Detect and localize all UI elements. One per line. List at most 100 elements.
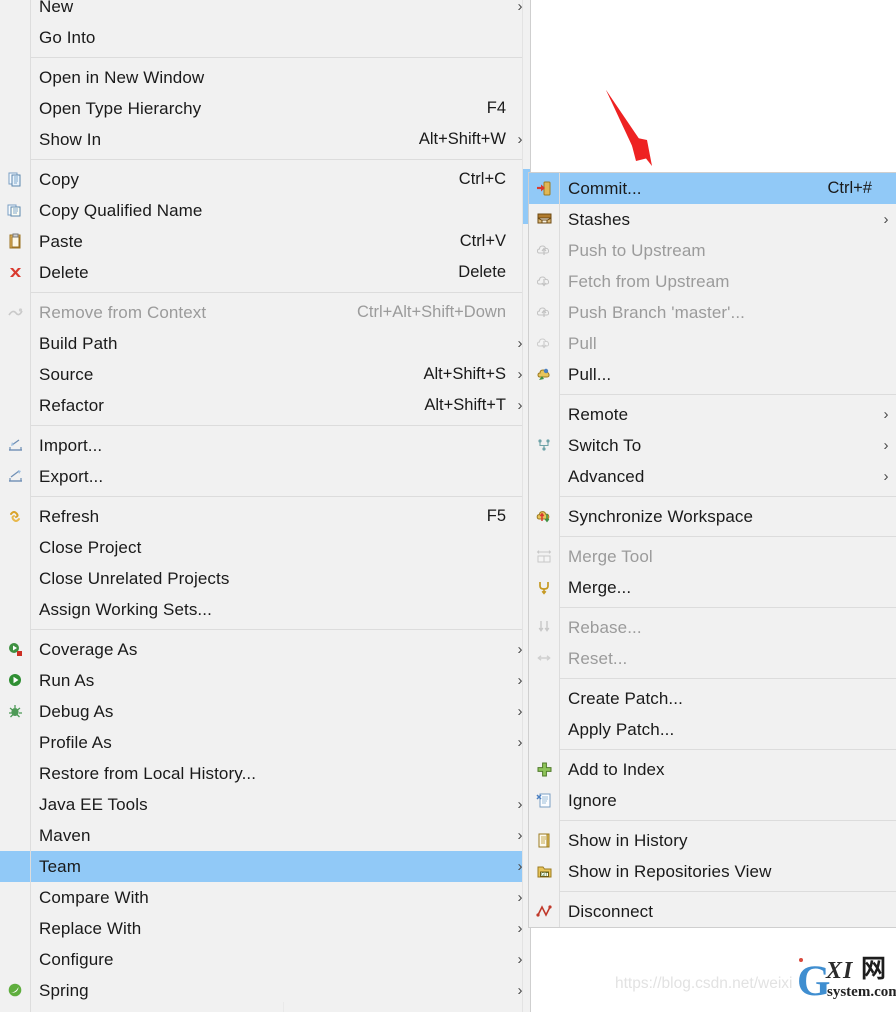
menu-item-stashes[interactable]: Stashes › [529, 204, 896, 235]
menu-item-remove-from-context: Remove from ContextCtrl+Alt+Shift+Down› [0, 297, 530, 328]
menu-item-coverage-as[interactable]: Coverage As › [0, 634, 530, 665]
menu-item-commit[interactable]: Commit... Ctrl+# › [529, 173, 896, 204]
menu-item-icon-slot [0, 665, 30, 696]
submenu-chevron-spacer: › [876, 274, 896, 289]
menu-separator [560, 749, 896, 750]
debug-bug-icon [8, 705, 22, 718]
remove-from-context-icon [7, 308, 23, 316]
menu-item-switch-to[interactable]: Switch To › [529, 430, 896, 461]
history-icon [538, 833, 549, 848]
menu-item-refresh[interactable]: RefreshF5› [0, 501, 530, 532]
menu-item-label: Stashes [568, 210, 631, 229]
menu-item-icon-slot [0, 124, 30, 155]
menu-item-label: Open Type Hierarchy [39, 99, 202, 118]
menu-item-label: Configure [39, 950, 114, 969]
menu-item-label: Show in Repositories View [568, 862, 772, 881]
spring-leaf-icon [8, 983, 21, 997]
submenu-chevron-spacer: › [876, 243, 896, 258]
menu-item-synchronize-workspace[interactable]: Synchronize Workspace › [529, 501, 896, 532]
menu-item-new[interactable]: New › [0, 0, 530, 22]
menu-item-ignore[interactable]: Ignore › [529, 785, 896, 816]
menu-item-open-in-new-window[interactable]: Open in New Window› [0, 62, 530, 93]
menu-item-label: Add to Index [568, 760, 665, 779]
svg-text:GIT: GIT [540, 872, 547, 877]
menu-item-label: Merge Tool [568, 547, 653, 566]
menu-item-accelerator: F5 [486, 507, 506, 526]
menu-item-assign-working-sets[interactable]: Assign Working Sets...› [0, 594, 530, 625]
menu-item-apply-patch[interactable]: Apply Patch... › [529, 714, 896, 745]
menu-item-icon-slot [529, 541, 559, 572]
menu-item-icon-slot [0, 913, 30, 944]
menu-item-debug-as[interactable]: Debug As › [0, 696, 530, 727]
menu-item-accelerator: Ctrl+C [458, 170, 506, 189]
submenu-chevron-spacer: › [876, 181, 896, 196]
menu-item-icon-slot [0, 22, 30, 53]
menu-item-label: Remote [568, 405, 629, 424]
submenu-chevron-spacer: › [876, 651, 896, 666]
delete-x-icon [9, 268, 21, 277]
menu-item-fetch-from-upstream: Fetch from Upstream › [529, 266, 896, 297]
team-git-submenu[interactable]: Commit...Ctrl+#›Stashes›Push to Upstream… [528, 172, 896, 928]
menu-item-icon-slot [0, 461, 30, 492]
menu-item-icon-slot [529, 683, 559, 714]
menu-item-rebase: Rebase... › [529, 612, 896, 643]
menu-item-advanced[interactable]: Advanced › [529, 461, 896, 492]
menu-item-create-patch[interactable]: Create Patch... › [529, 683, 896, 714]
menu-item-add-to-index[interactable]: Add to Index › [529, 754, 896, 785]
menu-item-replace-with[interactable]: Replace With › [0, 913, 530, 944]
menu-item-icon-slot [529, 297, 559, 328]
menu-item-icon-slot [0, 93, 30, 124]
submenu-chevron-icon: › [883, 211, 889, 228]
menu-item-label: Team [39, 857, 81, 876]
menu-item-close-project[interactable]: Close Project› [0, 532, 530, 563]
menu-item-delete[interactable]: DeleteDelete› [0, 257, 530, 288]
menu-separator [560, 536, 896, 537]
menu-separator [560, 820, 896, 821]
menu-item-close-unrelated-projects[interactable]: Close Unrelated Projects› [0, 563, 530, 594]
menu-item-show-in[interactable]: Show In Alt+Shift+W › [0, 124, 530, 155]
menu-item-open-type-hierarchy[interactable]: Open Type HierarchyF4› [0, 93, 530, 124]
menu-item-compare-with[interactable]: Compare With › [0, 882, 530, 913]
menu-item-copy-qualified-name[interactable]: Copy Qualified Name› [0, 195, 530, 226]
menu-item-paste[interactable]: PasteCtrl+V› [0, 226, 530, 257]
menu-item-import[interactable]: Import...› [0, 430, 530, 461]
menu-item-show-in-history[interactable]: Show in History › [529, 825, 896, 856]
menu-item-maven[interactable]: Maven › [0, 820, 530, 851]
export-icon [8, 470, 22, 482]
menu-item-remote[interactable]: Remote › [529, 399, 896, 430]
menu-item-restore-from-local-history[interactable]: Restore from Local History...› [0, 758, 530, 789]
menu-item-source[interactable]: Source Alt+Shift+S › [0, 359, 530, 390]
menu-item-export[interactable]: Export...› [0, 461, 530, 492]
menu-item-label: Reset... [568, 649, 628, 668]
menu-item-accelerator: Alt+Shift+T [424, 396, 506, 415]
project-context-menu[interactable]: New›Go Into› Open in New Window› Open Type… [0, 0, 531, 1012]
menu-item-configure[interactable]: Configure › [0, 944, 530, 975]
menu-item-profile-as[interactable]: Profile As › [0, 727, 530, 758]
submenu-chevron-icon: › [883, 437, 889, 454]
menu-item-validate[interactable]: Validate› [0, 1006, 530, 1012]
submenu-chevron-spacer: › [876, 367, 896, 382]
menu-item-label: Build Path [39, 334, 118, 353]
menu-item-spring[interactable]: Spring › [0, 975, 530, 1006]
menu-item-label: Debug As [39, 702, 114, 721]
menu-item-build-path[interactable]: Build Path › [0, 328, 530, 359]
menu-item-icon-slot [529, 266, 559, 297]
menu-item-run-as[interactable]: Run As › [0, 665, 530, 696]
menu-separator [31, 292, 530, 293]
menu-item-label: Merge... [568, 578, 632, 597]
merge-icon [538, 582, 549, 595]
menu-item-label: Ignore [568, 791, 617, 810]
menu-item-pull[interactable]: Pull... › [529, 359, 896, 390]
menu-item-show-in-repositories-view[interactable]: GIT Show in Repositories View › [529, 856, 896, 887]
menu-item-java-ee-tools[interactable]: Java EE Tools › [0, 789, 530, 820]
menu-item-disconnect[interactable]: Disconnect › [529, 896, 896, 927]
menu-item-icon-slot [0, 944, 30, 975]
menu-item-refactor[interactable]: Refactor Alt+Shift+T › [0, 390, 530, 421]
menu-item-icon-slot [529, 328, 559, 359]
menu-item-copy[interactable]: CopyCtrl+C› [0, 164, 530, 195]
menu-item-reset: Reset... › [529, 643, 896, 674]
menu-item-go-into[interactable]: Go Into› [0, 22, 530, 53]
menu-item-merge[interactable]: Merge... › [529, 572, 896, 603]
menu-separator [560, 678, 896, 679]
menu-item-team[interactable]: Team › [0, 851, 530, 882]
